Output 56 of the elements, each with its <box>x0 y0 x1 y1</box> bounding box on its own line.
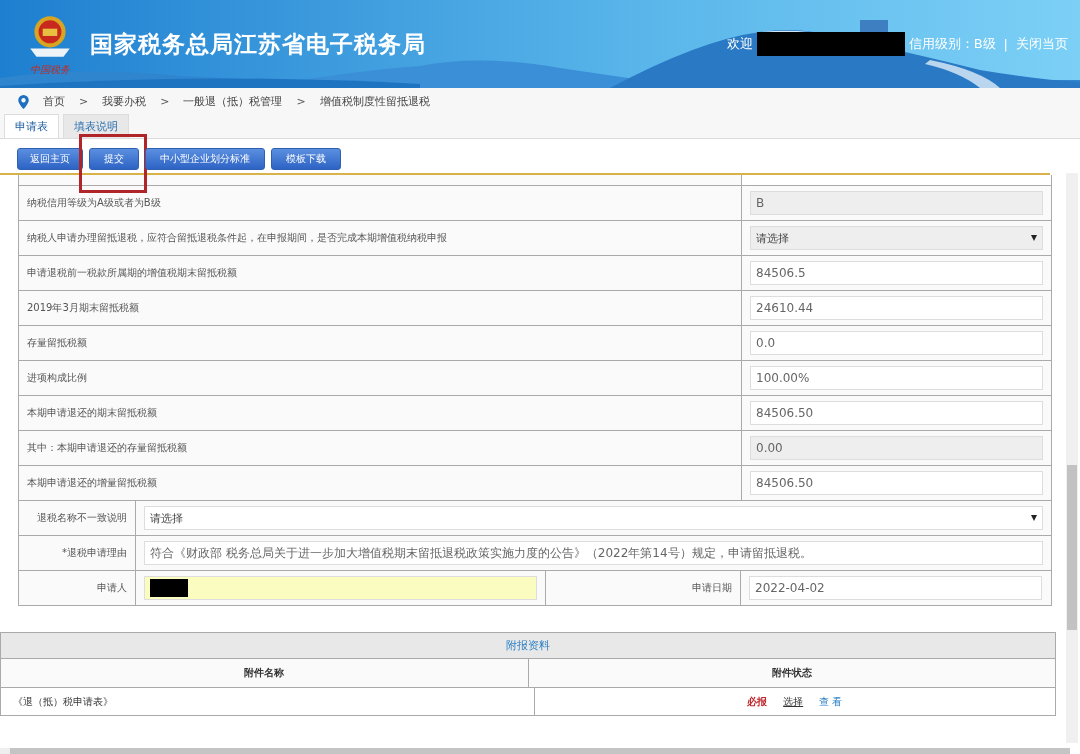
input-field[interactable]: 符合《财政部 税务总局关于进一步加大增值税期末留抵退税政策实施力度的公告》（2022年第14号）规定，申请留抵退税。 <box>144 541 1043 565</box>
breadcrumb-separator: > <box>79 95 89 108</box>
caret-icon <box>1031 515 1037 521</box>
field-label: 本期申请退还的期末留抵税额 <box>19 396 742 430</box>
separator-text: | <box>1003 36 1008 52</box>
tab[interactable]: 申请表 <box>4 114 59 138</box>
vertical-scrollbar[interactable] <box>1066 173 1078 743</box>
field-label: 存量留抵税额 <box>19 326 742 360</box>
breadcrumb-link[interactable]: 一般退（抵）税管理 <box>183 94 283 109</box>
field-label: 申请退税前一税款所属期的增值税期末留抵税额 <box>19 256 742 290</box>
logo-caption: 中国税务 <box>30 63 70 77</box>
date-field[interactable]: 2022-04-02 <box>749 576 1042 600</box>
breadcrumb-link[interactable]: 我要办税 <box>102 94 147 109</box>
select-field[interactable]: 请选择 <box>750 226 1043 250</box>
toolbar-button[interactable]: 中小型企业划分标准 <box>145 148 265 170</box>
input-field[interactable]: 84506.50 <box>750 471 1043 495</box>
field-label: 申请人 <box>19 571 136 605</box>
input-field[interactable] <box>144 576 537 600</box>
input-field[interactable]: 84506.50 <box>750 401 1043 425</box>
input-field[interactable]: 24610.44 <box>750 296 1043 320</box>
field-label: 其中：本期申请退还的存量留抵税额 <box>19 431 742 465</box>
field-label: 退税名称不一致说明 <box>19 501 136 535</box>
credit-level: 信用级别：B级 <box>908 35 996 53</box>
field-label: 本期申请退还的增量留抵税额 <box>19 466 742 500</box>
breadcrumb-link[interactable]: 首页 <box>43 94 65 109</box>
field-label: 2019年3月期末留抵税额 <box>19 291 742 325</box>
readonly-field: 0.00 <box>750 436 1043 460</box>
input-field[interactable]: 100.00% <box>750 366 1043 390</box>
field-label: 纳税信用等级为A级或者为B级 <box>19 186 742 220</box>
field-label: 申请日期 <box>546 571 741 605</box>
input-field[interactable]: 84506.5 <box>750 261 1043 285</box>
toolbar-button[interactable]: 返回主页 <box>17 148 83 170</box>
input-field[interactable]: 0.0 <box>750 331 1043 355</box>
required-tag: 必报 <box>747 694 768 709</box>
caret-icon <box>1031 235 1037 241</box>
field-label: 进项构成比例 <box>19 361 742 395</box>
section-title: 附报资料 <box>1 633 1055 659</box>
field-label: 纳税人申请办理留抵退税，应符合留抵退税条件起，在申报期间，是否完成本期增值税纳税申报 <box>19 221 742 255</box>
field-label: *退税申请理由 <box>19 536 136 570</box>
table-cell: 《退（抵）税申请表》 <box>1 688 535 715</box>
location-pin-icon <box>18 94 29 109</box>
view-link[interactable]: 查 看 <box>819 694 843 709</box>
redaction-bar <box>150 579 188 597</box>
readonly-field: B <box>750 191 1043 215</box>
choose-link[interactable]: 选择 <box>783 694 804 709</box>
breadcrumb-separator: > <box>296 95 306 108</box>
scrollbar-thumb[interactable] <box>1067 465 1077 630</box>
breadcrumb-link[interactable]: 增值税制度性留抵退税 <box>319 94 430 109</box>
site-title: 国家税务总局江苏省电子税务局 <box>90 29 426 59</box>
toolbar-button[interactable]: 模板下载 <box>271 148 341 170</box>
column-header: 附件名称 <box>1 659 529 687</box>
select-field[interactable]: 请选择 <box>144 506 1043 530</box>
toolbar-button[interactable]: 提交 <box>89 148 139 170</box>
breadcrumb-separator: > <box>160 95 170 108</box>
column-header: 附件状态 <box>770 666 813 680</box>
welcome-text: 欢迎 <box>726 35 753 53</box>
